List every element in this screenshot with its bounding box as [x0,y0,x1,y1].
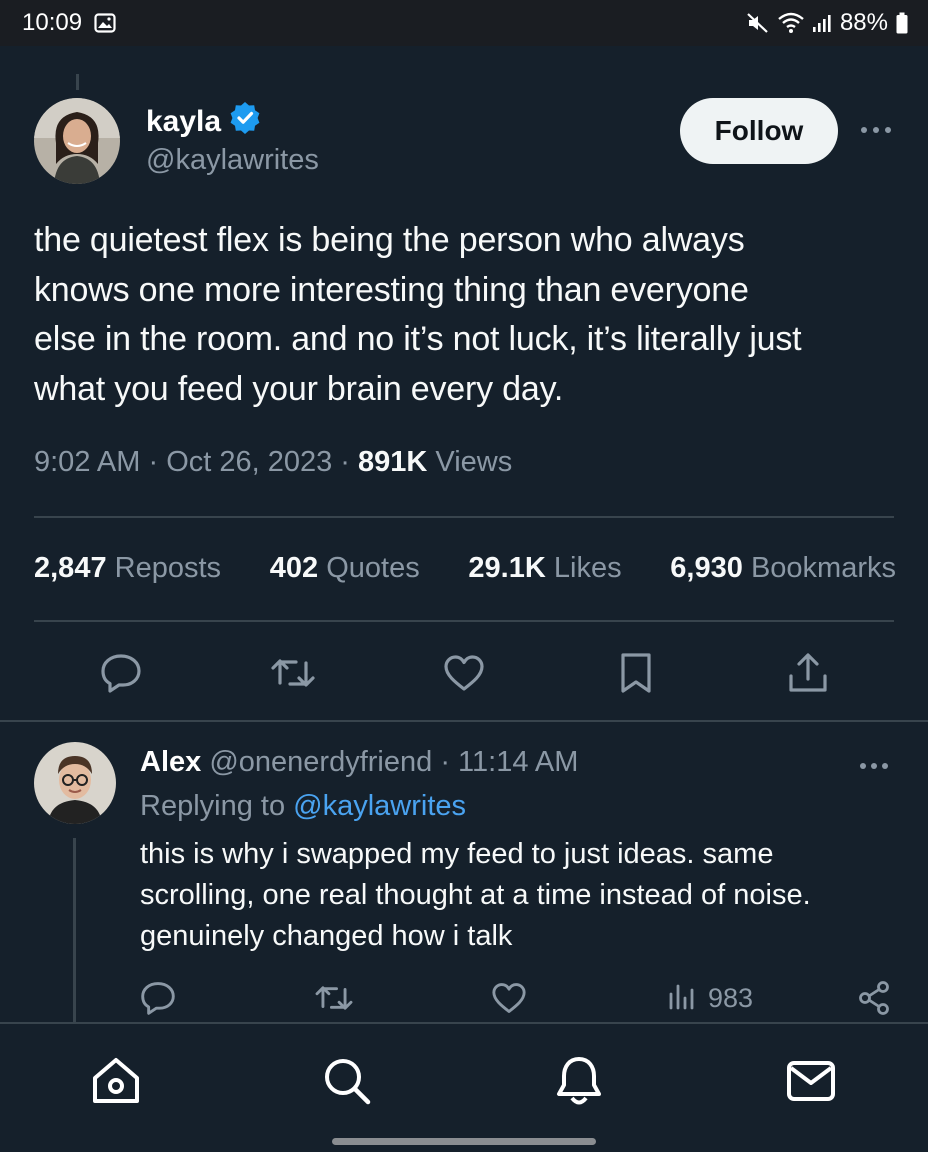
views-stat[interactable]: 983 [668,978,753,1018]
tweet-author: kayla @kaylawrites Follow [34,98,894,188]
replying-to: Replying to @kaylawrites [140,790,466,823]
divider [34,516,894,518]
tweet-actions [34,650,894,696]
replying-prefix: Replying to [140,790,286,822]
tweet-time[interactable]: 9:02 AM [34,446,140,478]
battery-icon [896,12,908,34]
views-icon [668,980,698,1017]
reply-tweet[interactable]: Alex @onenerdyfriend · 11:14 AM Replying… [0,722,928,1022]
reposts-stat[interactable]: 2,847 Reposts [34,552,221,585]
reply-text: this is why i swapped my feed to just id… [140,838,811,952]
views-count: 891K [358,446,428,478]
like-icon[interactable] [491,978,527,1018]
mute-icon [746,12,770,34]
more-options-icon[interactable] [856,752,892,780]
reply-header: Alex @onenerdyfriend · 11:14 AM [140,746,579,778]
reply-icon[interactable] [98,650,144,696]
gallery-icon [94,13,116,33]
home-icon[interactable] [89,1054,143,1108]
tweet-date[interactable]: Oct 26, 2023 [166,446,332,478]
status-bar: 10:09 88% [0,0,928,46]
reply-author-name[interactable]: Alex [140,746,201,778]
reply-icon[interactable] [140,978,176,1018]
battery-percent: 88% [839,9,888,36]
search-icon[interactable] [320,1054,374,1108]
status-time: 10:09 [22,9,83,36]
views-label: Views [435,446,513,478]
bottom-nav [0,1022,928,1152]
messages-icon[interactable] [784,1054,838,1108]
follow-button[interactable]: Follow [680,98,838,164]
home-indicator[interactable] [332,1138,596,1145]
repost-icon[interactable] [314,978,354,1018]
more-options-icon[interactable] [858,114,894,146]
likes-stat[interactable]: 29.1K Likes [468,552,621,585]
reply-author-handle[interactable]: @onenerdyfriend [209,746,432,778]
divider [34,620,894,622]
tweet-text: the quietest flex is being the person wh… [34,221,802,408]
reply-time[interactable]: 11:14 AM [458,746,578,778]
bookmarks-stat[interactable]: 6,930 Bookmarks [670,552,896,585]
quotes-stat[interactable]: 402 Quotes [270,552,420,585]
avatar[interactable] [34,742,116,824]
share-icon[interactable] [858,978,890,1018]
bookmark-icon[interactable] [613,650,659,696]
thread-line [76,74,79,90]
wifi-icon [778,12,804,34]
verified-badge-icon [229,102,261,142]
mention-link[interactable]: @kaylawrites [293,790,466,822]
share-icon[interactable] [785,650,831,696]
notifications-icon[interactable] [552,1054,606,1108]
avatar[interactable] [34,98,120,184]
reply-actions: 983 [0,978,928,1018]
signal-icon [812,13,832,33]
like-icon[interactable] [441,650,487,696]
author-name[interactable]: kayla [146,105,221,139]
tweet-meta: 9:02 AM · Oct 26, 2023 · 891K Views [34,446,513,478]
tweet-stats: 2,847 Reposts 402 Quotes 29.1K Likes 6,9… [34,552,896,585]
author-handle[interactable]: @kaylawrites [146,144,319,177]
repost-icon[interactable] [270,650,316,696]
reply-views-count: 983 [708,982,754,1013]
